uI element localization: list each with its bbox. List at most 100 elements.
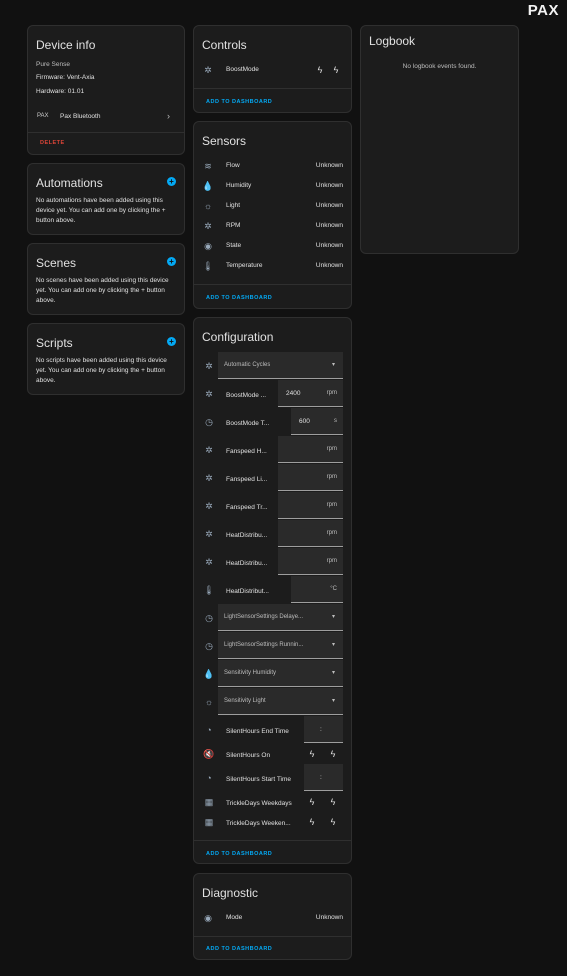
heat-distribution-1-name: HeatDistribu... xyxy=(226,532,268,539)
device-info-title: Device info xyxy=(36,38,96,52)
diagnostic-add-to-dashboard[interactable]: ADD TO DASHBOARD xyxy=(206,946,272,952)
flash-icon[interactable]: ϟ xyxy=(331,64,341,76)
light-sensor-delay-select[interactable]: LightSensorSettings Delaye... ▾ xyxy=(218,604,343,631)
logbook-empty-text: No logbook events found. xyxy=(402,63,477,70)
sensor-row[interactable]: ◉ State Unknown xyxy=(194,236,351,256)
sensor-name: RPM xyxy=(226,222,241,229)
timer-icon: ◷ xyxy=(205,612,213,623)
fan-icon: ✲ xyxy=(205,472,213,483)
sensor-row[interactable]: ≋ Flow Unknown xyxy=(194,156,351,176)
input-value: : xyxy=(320,726,322,733)
sensor-row[interactable]: ✲ RPM Unknown xyxy=(194,216,351,236)
sensors-add-to-dashboard[interactable]: ADD TO DASHBOARD xyxy=(206,295,272,301)
sensor-row[interactable]: ☼ Light Unknown xyxy=(194,196,351,216)
calendar-icon: ▦ xyxy=(204,816,214,827)
integration-row[interactable]: PAX Pax Bluetooth › xyxy=(28,110,184,126)
delete-button[interactable]: DELETE xyxy=(40,140,65,146)
flash-off-icon[interactable]: ϟ xyxy=(307,796,317,808)
sensor-state: Unknown xyxy=(315,182,343,189)
sensor-name: Temperature xyxy=(226,262,263,269)
sensitivity-humidity-select[interactable]: Sensitivity Humidity ▾ xyxy=(218,660,343,687)
pax-logo: PAX xyxy=(527,2,559,19)
light-sensor-running-select[interactable]: LightSensorSettings Runnin... ▾ xyxy=(218,632,343,659)
scenes-empty-text: No scenes have been added using this dev… xyxy=(36,277,169,304)
diagnostic-row[interactable]: ◉ Mode Unknown xyxy=(194,908,351,928)
sensors-card: Sensors ≋ Flow Unknown 💧 Humidity Unknown ☼ L… xyxy=(193,121,352,309)
fanspeed-tr-input[interactable]: rpm xyxy=(278,492,343,519)
heat-distribution-3-input[interactable]: °C xyxy=(291,576,343,603)
input-unit: s xyxy=(334,418,337,424)
fan-auto-icon: ✲ xyxy=(205,360,213,371)
fan-icon: ✲ xyxy=(205,444,213,455)
device-firmware: Firmware: Vent-Axia xyxy=(36,74,95,81)
logbook-title: Logbook xyxy=(369,34,416,48)
flash-off-icon[interactable]: ϟ xyxy=(307,816,317,828)
flash-off-icon[interactable]: ϟ xyxy=(307,748,317,760)
integration-name: Pax Bluetooth xyxy=(60,113,101,120)
silent-hours-start-input[interactable]: : xyxy=(304,764,343,791)
fanspeed-li-name: Fanspeed Li... xyxy=(226,476,268,483)
boost-speed-name: BoostMode ... xyxy=(226,392,267,399)
flash-icon[interactable]: ϟ xyxy=(328,748,338,760)
chevron-right-icon: › xyxy=(167,111,170,121)
diagnostic-name: Mode xyxy=(226,914,243,921)
silent-hours-end-name: SilentHours End Time xyxy=(226,728,289,735)
flash-icon[interactable]: ϟ xyxy=(328,816,338,828)
automations-title: Automations xyxy=(36,176,103,190)
input-value: 600 xyxy=(299,418,310,425)
select-label: Sensitivity Light xyxy=(224,698,266,704)
automatic-cycles-select[interactable]: Automatic Cycles ▾ xyxy=(218,352,343,379)
brightness-icon: ☼ xyxy=(203,201,213,211)
dropdown-caret-icon: ▾ xyxy=(331,362,335,368)
select-label: Sensitivity Humidity xyxy=(224,670,277,676)
device-hardware: Hardware: 01.01 xyxy=(36,88,85,95)
fanspeed-li-input[interactable]: rpm xyxy=(278,464,343,491)
sensor-state: Unknown xyxy=(315,222,343,229)
configuration-add-to-dashboard[interactable]: ADD TO DASHBOARD xyxy=(206,851,272,857)
control-name: BoostMode xyxy=(226,66,259,73)
heat-distribution-3-name: HeatDistribut... xyxy=(226,588,269,595)
eye-icon: ◉ xyxy=(204,240,212,251)
select-label: LightSensorSettings Delaye... xyxy=(224,614,304,620)
sensor-state: Unknown xyxy=(315,162,343,169)
add-automation-button[interactable]: + xyxy=(167,177,176,186)
heat-distribution-2-input[interactable]: rpm xyxy=(278,548,343,575)
controls-add-to-dashboard[interactable]: ADD TO DASHBOARD xyxy=(206,99,272,105)
sensor-name: Humidity xyxy=(226,182,252,189)
sensor-row[interactable]: 💧 Humidity Unknown xyxy=(194,176,351,196)
add-script-button[interactable]: + xyxy=(167,337,176,346)
device-info-card: Device info Pure Sense Firmware: Vent-Ax… xyxy=(27,25,185,155)
input-unit: rpm xyxy=(326,474,337,480)
automations-card: Automations + No automations have been a… xyxy=(27,163,185,235)
trickle-weekdays-name: TrickleDays Weekdays xyxy=(226,800,292,807)
dropdown-caret-icon: ▾ xyxy=(331,614,335,620)
water-drop-icon: 💧 xyxy=(203,668,215,679)
input-unit: rpm xyxy=(326,530,337,536)
add-scene-button[interactable]: + xyxy=(167,257,176,266)
input-unit: rpm xyxy=(326,446,337,452)
sensor-state: Unknown xyxy=(315,262,343,269)
input-value: : xyxy=(320,774,322,781)
eye-icon: ◉ xyxy=(204,912,212,923)
silent-hours-end-input[interactable]: : xyxy=(304,716,343,743)
fanspeed-h-input[interactable]: rpm xyxy=(278,436,343,463)
timer-icon: ◷ xyxy=(205,640,213,651)
trickle-weekend-name: TrickleDays Weeken... xyxy=(226,820,291,827)
timer-icon: ◷ xyxy=(205,416,213,427)
heat-distribution-2-name: HeatDistribu... xyxy=(226,560,268,567)
sensitivity-light-select[interactable]: Sensitivity Light ▾ xyxy=(218,688,343,715)
flash-icon[interactable]: ϟ xyxy=(328,796,338,808)
diagnostic-title: Diagnostic xyxy=(202,886,259,900)
heat-distribution-1-input[interactable]: rpm xyxy=(278,520,343,547)
boost-time-input[interactable]: 600 s xyxy=(291,408,343,435)
boost-speed-input[interactable]: 2400 rpm xyxy=(278,380,343,407)
brightness-icon: ☼ xyxy=(204,697,214,707)
flash-off-icon[interactable]: ϟ xyxy=(315,64,325,76)
fanspeed-h-name: Fanspeed H... xyxy=(226,448,267,455)
input-unit: °C xyxy=(330,586,337,592)
sensor-row[interactable]: 🌡 Temperature Unknown xyxy=(194,256,351,276)
fanspeed-tr-name: Fanspeed Tr... xyxy=(226,504,268,511)
thermometer-icon: 🌡 xyxy=(202,260,214,271)
control-row-boostmode[interactable]: ✲ BoostMode ϟ ϟ xyxy=(194,60,351,80)
sensor-state: Unknown xyxy=(315,202,343,209)
